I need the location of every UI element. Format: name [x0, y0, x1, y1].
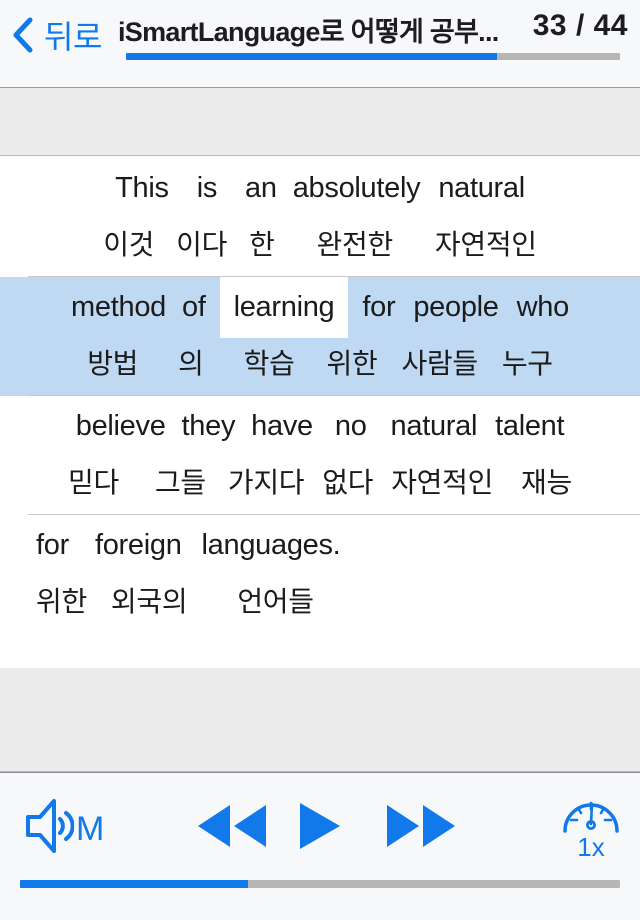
english-line: This is an absolutely natural [0, 172, 640, 205]
word-ko[interactable]: 위한 [327, 342, 378, 382]
word-ko[interactable]: 이것 [103, 223, 154, 263]
korean-line: 방법 의 학습 위한 사람들 누구 [0, 342, 640, 382]
playback-progress-fill [20, 880, 248, 888]
word-en[interactable]: of [182, 291, 206, 324]
playback-speed-button[interactable]: 1x [560, 791, 622, 860]
page-counter: 33 / 44 [532, 9, 628, 42]
word-en[interactable]: absolutely [293, 172, 421, 205]
sentence-row-active[interactable]: method of learning for people who 방법 의 학… [0, 277, 640, 396]
word-en-selected[interactable]: learning [219, 277, 349, 338]
word-en[interactable]: for [36, 529, 69, 562]
word-ko[interactable]: 자연적인 [391, 461, 493, 501]
word-en[interactable]: method [71, 291, 166, 324]
word-en[interactable]: foreign [95, 529, 182, 562]
speaker-wave-icon [18, 795, 75, 862]
english-line: for foreign languages. [0, 529, 640, 562]
word-en[interactable]: believe [76, 410, 166, 443]
volume-button[interactable]: M [18, 795, 104, 862]
word-en[interactable]: they [182, 410, 236, 443]
word-ko[interactable]: 학습 [244, 342, 295, 382]
upper-spacer-band [0, 88, 640, 156]
word-ko[interactable]: 완전한 [317, 223, 394, 263]
english-line: believe they have no natural talent [0, 410, 640, 443]
word-ko[interactable]: 그들 [155, 461, 206, 501]
sentence-row[interactable]: believe they have no natural talent 믿다 그… [0, 396, 640, 515]
word-ko[interactable]: 외국의 [111, 580, 188, 620]
word-ko[interactable]: 가지다 [228, 461, 305, 501]
word-ko[interactable]: 이다 [176, 223, 227, 263]
back-label: 뒤로 [44, 19, 102, 55]
word-en[interactable]: have [251, 410, 313, 443]
rewind-icon [196, 805, 268, 853]
word-ko[interactable]: 한 [249, 223, 275, 263]
word-ko[interactable]: 누구 [502, 342, 553, 382]
header-progress-bar[interactable] [126, 53, 620, 60]
play-icon [297, 803, 343, 855]
word-ko[interactable]: 의 [178, 342, 204, 382]
sentence-row[interactable]: for foreign languages. 위한 외국의 언어들 [0, 515, 640, 634]
word-en[interactable]: languages. [202, 529, 341, 562]
korean-line: 믿다 그들 가지다 없다 자연적인 재능 [0, 461, 640, 501]
play-button[interactable] [297, 801, 343, 856]
word-ko[interactable]: 방법 [87, 342, 138, 382]
word-ko[interactable]: 자연적인 [435, 223, 537, 263]
word-en[interactable]: an [245, 172, 277, 205]
fast-forward-button[interactable] [385, 803, 457, 854]
playback-progress-bar[interactable] [20, 880, 620, 888]
word-en[interactable]: people [413, 291, 499, 324]
header-bar: 뒤로 iSmartLanguage로 어떻게 공부... 33 / 44 [0, 0, 640, 88]
header-progress-fill [126, 53, 497, 60]
korean-line: 위한 외국의 언어들 [0, 580, 640, 620]
rewind-button[interactable] [196, 803, 268, 854]
chevron-left-icon [12, 17, 34, 53]
app-root: 뒤로 iSmartLanguage로 어떻게 공부... 33 / 44 Thi… [0, 0, 640, 920]
word-ko[interactable]: 언어들 [237, 580, 314, 620]
sentence-list: This is an absolutely natural 이것 이다 한 완전… [0, 156, 640, 667]
word-ko[interactable]: 위한 [36, 580, 87, 620]
fast-forward-icon [385, 805, 457, 853]
lower-spacer-band [0, 667, 640, 772]
volume-mode-label: M [76, 809, 105, 848]
word-en[interactable]: talent [495, 410, 564, 443]
word-en[interactable]: natural [391, 410, 478, 443]
word-ko[interactable]: 믿다 [68, 461, 119, 501]
word-ko[interactable]: 재능 [521, 461, 572, 501]
word-en[interactable]: no [335, 410, 367, 443]
word-en[interactable]: natural [438, 172, 525, 205]
back-button[interactable]: 뒤로 [12, 12, 102, 58]
word-ko[interactable]: 사람들 [401, 342, 478, 382]
word-en[interactable]: is [197, 172, 218, 205]
sentence-row[interactable]: This is an absolutely natural 이것 이다 한 완전… [0, 156, 640, 277]
english-line: method of learning for people who [0, 277, 640, 338]
korean-line: 이것 이다 한 완전한 자연적인 [0, 223, 640, 263]
word-en[interactable]: who [517, 291, 570, 324]
playback-toolbar: M 1x [0, 772, 640, 920]
page-title: iSmartLanguage로 어떻게 공부... [118, 17, 499, 47]
word-en[interactable]: This [115, 172, 169, 205]
word-en[interactable]: for [362, 291, 395, 324]
word-ko[interactable]: 없다 [322, 461, 373, 501]
